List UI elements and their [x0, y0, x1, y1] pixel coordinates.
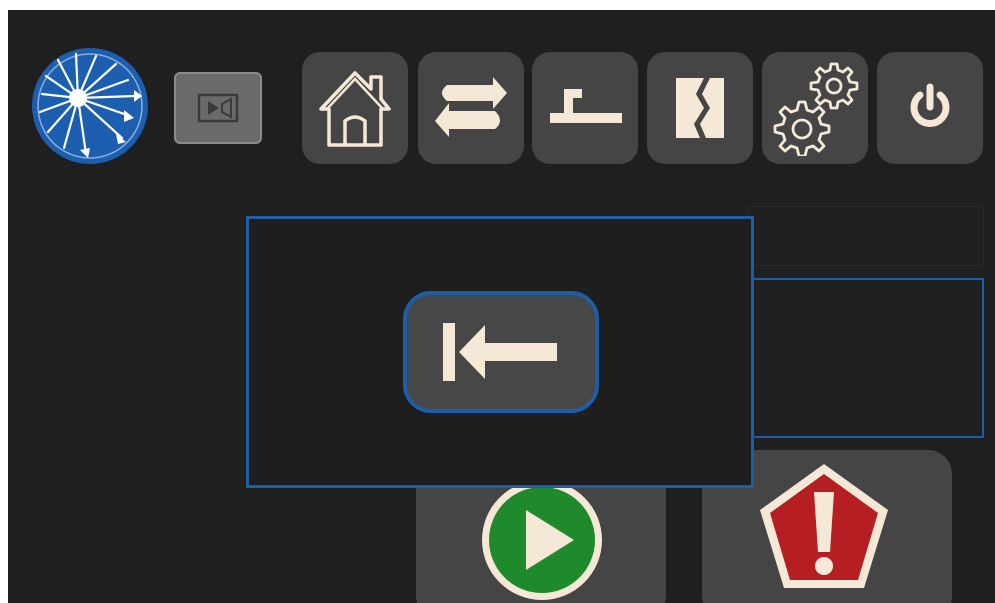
settings-button[interactable] [762, 52, 868, 164]
swap-button[interactable] [418, 52, 524, 164]
home-button[interactable] [302, 52, 408, 164]
gears-icon [773, 62, 859, 156]
arrow-left-to-bar-icon [443, 323, 557, 381]
dialog-panel [246, 216, 754, 488]
home-icon [319, 71, 391, 147]
back-button[interactable] [403, 291, 599, 413]
video-camera-icon [197, 93, 239, 123]
play-icon [482, 480, 602, 600]
split-button[interactable] [647, 52, 753, 164]
background-panel-top [748, 206, 984, 266]
camera-button[interactable] [174, 72, 262, 144]
hook-tool-icon [550, 89, 622, 123]
background-panel [748, 278, 984, 438]
power-button[interactable] [877, 52, 983, 164]
tool-button[interactable] [532, 52, 638, 164]
exclamation-pentagon-icon [760, 464, 888, 588]
swap-arrows-icon [435, 77, 507, 137]
split-panel-icon [676, 78, 724, 138]
power-icon [910, 83, 950, 127]
app-screen [8, 10, 995, 603]
starburst-logo-icon [32, 48, 148, 164]
